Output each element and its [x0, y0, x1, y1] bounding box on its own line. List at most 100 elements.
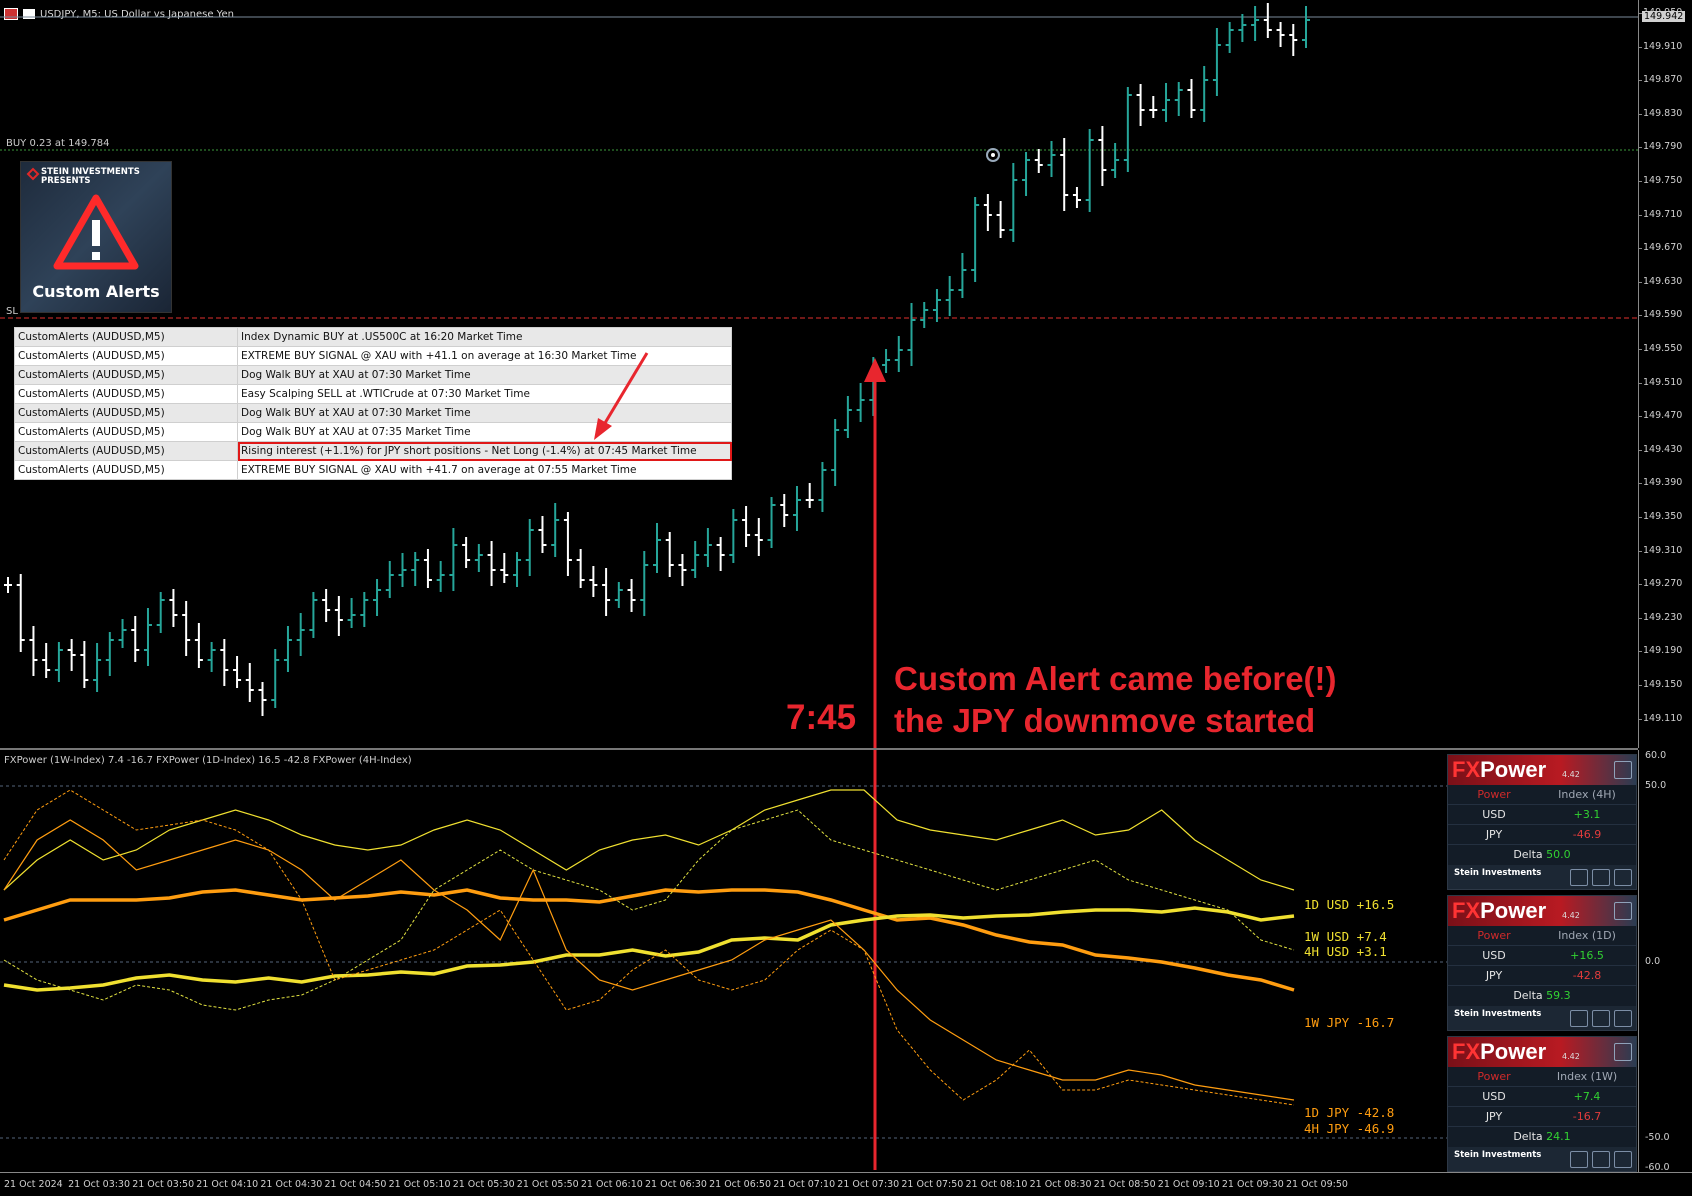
- brand-power: Power: [1480, 757, 1547, 782]
- fxpower-brand: FXPower: [1452, 898, 1546, 924]
- line-chart-icon[interactable]: [1592, 869, 1610, 886]
- series-label: 1W JPY -16.7: [1304, 1015, 1395, 1030]
- series-1w-usd: [3, 906, 1295, 992]
- delta-value: 50.0: [1546, 848, 1571, 861]
- bar-chart-icon[interactable]: [1614, 902, 1632, 920]
- price-tick: 149.870: [1637, 74, 1683, 86]
- fxpower-row: JPY -16.7: [1448, 1107, 1636, 1127]
- time-tick: 21 Oct 07:30: [837, 1179, 900, 1190]
- delta-label: Delta: [1513, 989, 1543, 1002]
- fxpower-panel: FXPower 4.42 Power Index (1D) USD +16.5 JPY -42…: [1447, 895, 1637, 1031]
- price-tick: 149.910: [1637, 40, 1683, 52]
- bar-chart-icon[interactable]: [1614, 1043, 1632, 1061]
- list-icon[interactable]: [1614, 1010, 1632, 1027]
- time-tick: 21 Oct 03:30: [68, 1179, 131, 1190]
- fxpower-row: JPY -46.9: [1448, 825, 1636, 845]
- brand-fx: FX: [1452, 1039, 1481, 1064]
- time-tick: 21 Oct 06:30: [645, 1179, 707, 1190]
- series-label: 4H USD +3.1: [1304, 944, 1387, 959]
- fxpower-footer: Stein Investments: [1448, 1006, 1636, 1030]
- time-tick: 21 Oct 05:50: [516, 1179, 579, 1190]
- currency: JPY: [1485, 828, 1503, 841]
- fxpower-row: JPY -42.8: [1448, 966, 1636, 986]
- time-tick: 21 Oct 03:50: [132, 1179, 195, 1190]
- price-tick: 149.590: [1637, 309, 1683, 321]
- col-index: Index (1D): [1558, 929, 1616, 942]
- price-tick: 149.710: [1637, 208, 1683, 220]
- time-tick: 21 Oct 07:10: [773, 1179, 836, 1190]
- power-value: -42.8: [1572, 969, 1602, 982]
- alert-bell-icon[interactable]: [1570, 869, 1588, 886]
- price-tick: 149.110: [1637, 712, 1683, 724]
- series-label: 1W USD +7.4: [1304, 929, 1387, 944]
- price-tick: 149.510: [1637, 376, 1683, 388]
- line-chart-icon[interactable]: [1592, 1010, 1610, 1027]
- series-label: 1D USD +16.5: [1304, 897, 1395, 912]
- price-axis[interactable]: 149.950149.910149.870149.830149.790149.7…: [1637, 0, 1692, 748]
- price-tick: 149.270: [1637, 578, 1683, 590]
- up-arrow-head-icon: [864, 358, 886, 382]
- series-1w-jpy: [3, 888, 1295, 992]
- indicator-tick: 60.0: [1645, 750, 1667, 761]
- footer-brand: Stein Investments: [1454, 1150, 1542, 1160]
- price-tick: 149.550: [1637, 343, 1683, 354]
- time-tick: 21 Oct 05:30: [452, 1179, 515, 1190]
- time-tick: 21 Oct 06:10: [580, 1179, 643, 1190]
- indicator-axis[interactable]: 60.0 50.0 0.0 -50.0 -60.0: [1638, 750, 1692, 1173]
- brand-fx: FX: [1452, 757, 1481, 782]
- fxpower-col-header: Power Index (4H): [1448, 785, 1636, 805]
- fxpower-row: USD +16.5: [1448, 946, 1636, 966]
- time-axis[interactable]: 21 Oct 2024 21 Oct 03:30 21 Oct 03:50 21 Oc…: [0, 1172, 1692, 1196]
- fxpower-panel: FXPower 4.42 Power Index (4H) USD +3.1 JPY -46.…: [1447, 754, 1637, 890]
- delta-label: Delta: [1513, 848, 1543, 861]
- line-chart-icon[interactable]: [1592, 1151, 1610, 1168]
- fxpower-header: FXPower 4.42: [1448, 1037, 1636, 1067]
- brand-power: Power: [1480, 898, 1547, 923]
- fxpower-version: 4.42: [1562, 770, 1580, 779]
- brand-fx: FX: [1452, 898, 1481, 923]
- annotation-line-2: the JPY downmove started: [894, 702, 1316, 739]
- power-value: +7.4: [1573, 1090, 1601, 1103]
- bar-chart-icon[interactable]: [1614, 761, 1632, 779]
- fxpower-panel: FXPower 4.42 Power Index (1W) USD +7.4 JPY -16.…: [1447, 1036, 1637, 1172]
- list-icon[interactable]: [1614, 869, 1632, 886]
- time-tick: 21 Oct 04:50: [324, 1179, 387, 1190]
- time-tick: 21 Oct 04:10: [196, 1179, 259, 1190]
- down-left-arrow-head-icon: [594, 418, 612, 440]
- col-index: Index (4H): [1558, 788, 1616, 801]
- series-label: 1D JPY -42.8: [1304, 1105, 1395, 1120]
- footer-brand: Stein Investments: [1454, 1009, 1542, 1019]
- time-tick: 21 Oct 06:50: [709, 1179, 772, 1190]
- delta-value: 59.3: [1546, 989, 1571, 1002]
- price-tick: 149.310: [1637, 544, 1683, 556]
- series-1d-usd: [3, 789, 1295, 891]
- currency: USD: [1482, 808, 1506, 821]
- time-tick: 21 Oct 09:10: [1157, 1179, 1220, 1190]
- delta-label: Delta: [1513, 1130, 1543, 1143]
- fxpower-footer: Stein Investments: [1448, 1147, 1636, 1171]
- alert-bell-icon[interactable]: [1570, 1010, 1588, 1027]
- fxpower-row: USD +3.1: [1448, 805, 1636, 825]
- annotation-text: Custom Alert came before(!) the JPY down…: [894, 658, 1337, 742]
- power-value: -16.7: [1572, 1110, 1602, 1123]
- price-tick: 149.190: [1637, 645, 1683, 657]
- power-value: -46.9: [1572, 828, 1602, 841]
- fxpower-col-header: Power Index (1D): [1448, 926, 1636, 946]
- indicator-tick: -50.0: [1645, 1132, 1670, 1143]
- list-icon[interactable]: [1614, 1151, 1632, 1168]
- fxpower-header: FXPower 4.42: [1448, 755, 1636, 785]
- alert-bell-icon[interactable]: [1570, 1151, 1588, 1168]
- power-value: +16.5: [1570, 949, 1604, 962]
- price-tick: 149.350: [1637, 511, 1683, 522]
- currency: JPY: [1485, 969, 1503, 982]
- col-power: Power: [1477, 1070, 1511, 1083]
- fxpower-footer: Stein Investments: [1448, 865, 1636, 889]
- price-tick: 149.670: [1637, 242, 1683, 254]
- fxpower-version: 4.42: [1562, 911, 1580, 920]
- price-tick: 149.830: [1637, 107, 1683, 119]
- fxpower-brand: FXPower: [1452, 1039, 1546, 1065]
- indicator-tick: 50.0: [1645, 780, 1667, 791]
- time-tick: 21 Oct 09:50: [1286, 1179, 1348, 1190]
- footer-brand: Stein Investments: [1454, 868, 1542, 878]
- annotation-time: 7:45: [786, 698, 857, 737]
